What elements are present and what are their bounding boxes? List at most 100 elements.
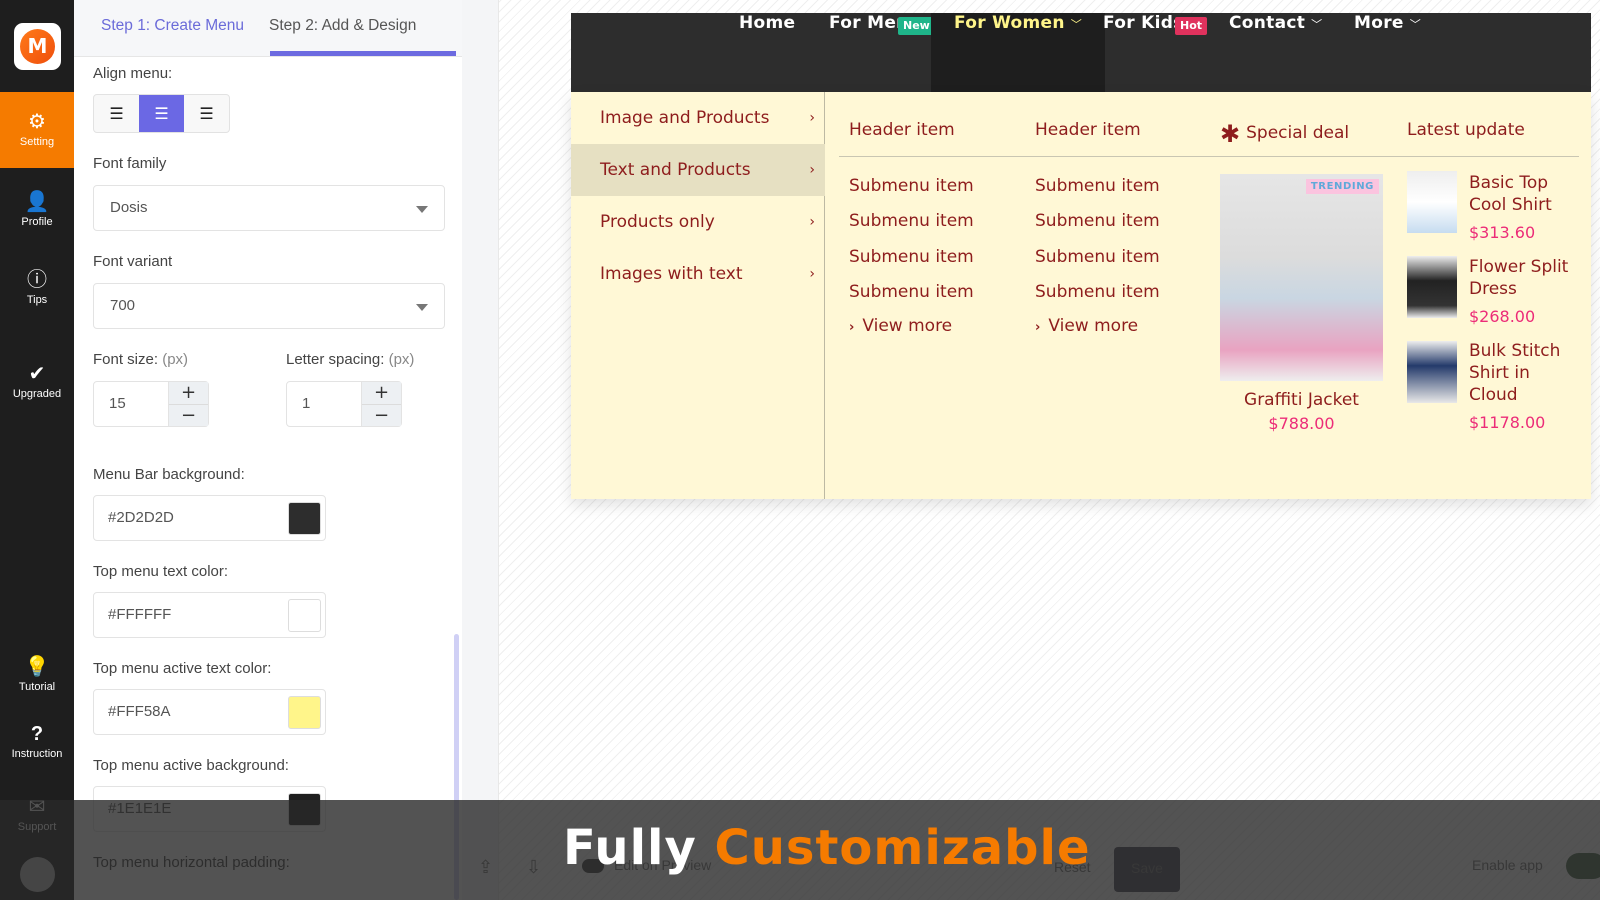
chevron-down-icon: ﹀ xyxy=(1409,18,1422,31)
submenu-item[interactable]: Submenu item xyxy=(1035,176,1160,196)
align-center-button[interactable]: ☰ xyxy=(139,95,184,132)
product-thumbnail[interactable] xyxy=(1407,171,1457,233)
chevron-down-icon: ﹀ xyxy=(1311,18,1323,31)
rail-item-tutorial[interactable]: 💡 Tutorial xyxy=(0,655,74,693)
align-right-button[interactable]: ☰ xyxy=(184,95,229,132)
rail-item-upgraded[interactable]: ✔ Upgraded xyxy=(0,362,74,400)
font-family-label: Font family xyxy=(93,155,167,172)
top-text-color-field[interactable]: #FFFFFF xyxy=(93,592,326,638)
chevron-right-icon: › xyxy=(849,320,855,335)
menubar-bg-label: Menu Bar background: xyxy=(93,466,245,483)
rail-item-instruction[interactable]: ? Instruction xyxy=(0,722,74,760)
chevron-right-icon: › xyxy=(1035,320,1041,335)
left-list-item[interactable]: Text and Products › xyxy=(571,144,825,196)
submenu-item[interactable]: Submenu item xyxy=(849,282,974,302)
rail-item-profile[interactable]: 👤 Profile xyxy=(0,190,74,228)
product-thumbnail[interactable] xyxy=(1407,341,1457,403)
mega-menu: Image and Products › Text and Products › P… xyxy=(571,92,1591,499)
divider xyxy=(839,156,1579,157)
view-more-link[interactable]: › View more xyxy=(849,316,952,336)
question-icon: ? xyxy=(30,723,44,745)
menu-item-home[interactable]: Home xyxy=(739,13,795,92)
product-price: $1178.00 xyxy=(1469,413,1546,432)
increment-button[interactable]: + xyxy=(362,382,401,404)
rail-item-tips[interactable]: ⓘ Tips xyxy=(0,268,74,306)
product-thumbnail[interactable] xyxy=(1407,256,1457,318)
font-size-stepper[interactable]: 15 + − xyxy=(93,381,209,427)
rail-item-setting[interactable]: ⚙ Setting xyxy=(0,92,74,168)
color-swatch[interactable] xyxy=(288,599,321,632)
submenu-item[interactable]: Submenu item xyxy=(1035,282,1160,302)
align-button-group: ☰ ☰ ☰ xyxy=(93,94,230,133)
product-name[interactable]: Basic Top Cool Shirt xyxy=(1469,172,1579,216)
settings-panel: Step 1: Create Menu Step 2: Add & Design… xyxy=(74,0,462,900)
check-icon: ✔ xyxy=(28,363,46,385)
preview-canvas: Home For Men﹀ New For Women﹀ For Kids﹀ H… xyxy=(498,0,1600,900)
featured-product-image[interactable]: TRENDING xyxy=(1220,174,1383,381)
font-size-label: Font size: (px) xyxy=(93,351,189,368)
tab-step2[interactable]: Step 2: Add & Design xyxy=(269,17,416,35)
active-text-color-field[interactable]: #FFF58A xyxy=(93,689,326,735)
product-name[interactable]: Flower Split Dress xyxy=(1469,256,1579,300)
app-logo[interactable]: M xyxy=(14,23,61,70)
decrement-button[interactable]: − xyxy=(362,404,401,426)
letter-spacing-stepper[interactable]: 1 + − xyxy=(286,381,402,427)
active-text-color-label: Top menu active text color: xyxy=(93,660,272,677)
menu-item-contact[interactable]: Contact ﹀ xyxy=(1229,13,1322,92)
gear-icon: ⚙ xyxy=(28,111,46,133)
active-tab-indicator xyxy=(270,51,456,56)
info-icon: ⓘ xyxy=(27,269,47,291)
user-icon: 👤 xyxy=(24,191,50,213)
trending-badge: TRENDING xyxy=(1305,179,1379,194)
lightbulb-icon: 💡 xyxy=(24,656,50,678)
preview-area: Home For Men﹀ New For Women﹀ For Kids﹀ H… xyxy=(462,0,1600,900)
align-label: Align menu: xyxy=(93,65,173,82)
column-header[interactable]: Header item xyxy=(1035,120,1141,140)
submenu-item[interactable]: Submenu item xyxy=(849,247,974,267)
submenu-item[interactable]: Submenu item xyxy=(1035,247,1160,267)
promo-headline: Fully Customizable xyxy=(563,820,1091,876)
left-list-item[interactable]: Image and Products › xyxy=(571,92,825,144)
menu-item-for-women[interactable]: For Women ﹀ xyxy=(931,13,1106,92)
font-family-select[interactable]: Dosis xyxy=(93,185,445,231)
mega-left-list: Image and Products › Text and Products › P… xyxy=(571,92,825,499)
left-list-item[interactable]: Images with text › xyxy=(571,248,825,300)
product-price: $268.00 xyxy=(1469,307,1536,326)
font-variant-label: Font variant xyxy=(93,253,173,270)
active-bg-label: Top menu active background: xyxy=(93,757,289,774)
menu-bar: Home For Men﹀ New For Women﹀ For Kids﹀ H… xyxy=(571,13,1591,92)
left-rail: M ⚙ Setting 👤 Profile ⓘ Tips ✔ Upgraded 💡 Tut… xyxy=(0,0,74,900)
font-variant-select[interactable]: 700 xyxy=(93,283,445,329)
step-tabs: Step 1: Create Menu Step 2: Add & Design xyxy=(74,0,462,57)
align-left-icon: ☰ xyxy=(109,104,124,123)
color-swatch[interactable] xyxy=(288,502,321,535)
featured-product-name[interactable]: Graffiti Jacket xyxy=(1220,390,1383,410)
view-more-link[interactable]: › View more xyxy=(1035,316,1138,336)
asterisk-icon: ✱ xyxy=(1220,120,1241,148)
product-price: $313.60 xyxy=(1469,223,1536,242)
column-header[interactable]: Header item xyxy=(849,120,955,140)
align-right-icon: ☰ xyxy=(199,104,214,123)
submenu-item[interactable]: Submenu item xyxy=(1035,211,1160,231)
align-left-button[interactable]: ☰ xyxy=(94,95,139,132)
menu-item-more[interactable]: More ﹀ xyxy=(1354,13,1421,92)
increment-button[interactable]: + xyxy=(169,382,208,404)
tab-step1[interactable]: Step 1: Create Menu xyxy=(101,17,244,35)
left-list-item[interactable]: Products only › xyxy=(571,196,825,248)
submenu-item[interactable]: Submenu item xyxy=(849,211,974,231)
chevron-down-icon xyxy=(416,206,428,213)
color-swatch[interactable] xyxy=(288,696,321,729)
chevron-down-icon: ﹀ xyxy=(1070,18,1083,31)
featured-product-price: $788.00 xyxy=(1268,414,1335,433)
align-center-icon: ☰ xyxy=(154,104,169,123)
latest-update-header[interactable]: Latest update xyxy=(1407,120,1525,140)
special-deal-header[interactable]: ✱ Special deal xyxy=(1220,120,1349,148)
letter-spacing-label: Letter spacing: (px) xyxy=(286,351,415,368)
menubar-bg-color-field[interactable]: #2D2D2D xyxy=(93,495,326,541)
chevron-right-icon: › xyxy=(809,266,815,282)
chevron-right-icon: › xyxy=(809,214,815,230)
product-name[interactable]: Bulk Stitch Shirt in Cloud xyxy=(1469,340,1579,406)
submenu-item[interactable]: Submenu item xyxy=(849,176,974,196)
chevron-right-icon: › xyxy=(809,110,815,126)
decrement-button[interactable]: − xyxy=(169,404,208,426)
